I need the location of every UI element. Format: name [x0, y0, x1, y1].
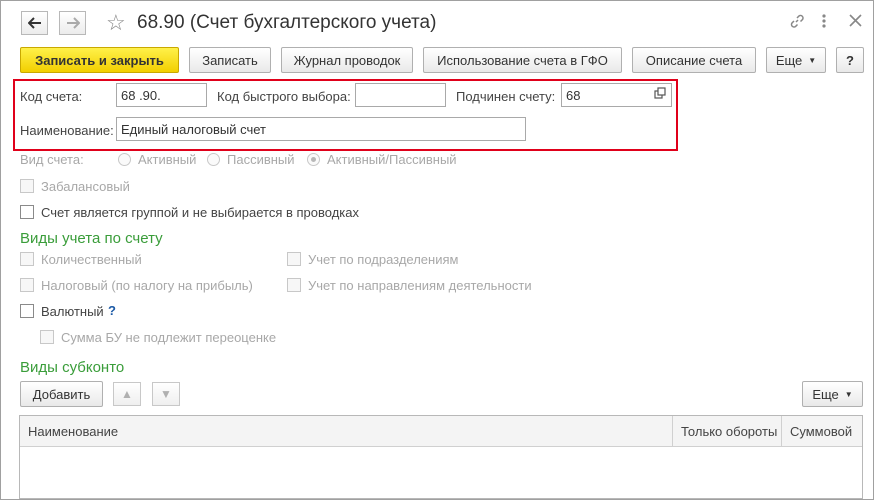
tax-label: Налоговый (по налогу на прибыль) — [41, 278, 253, 293]
quantitative-label: Количественный — [41, 252, 142, 267]
tax-checkbox[interactable] — [20, 278, 34, 292]
move-up-button[interactable]: ▲ — [113, 382, 141, 406]
radio-passive[interactable] — [207, 153, 220, 166]
currency-label: Валютный — [41, 304, 104, 319]
add-button[interactable]: Добавить — [20, 381, 103, 407]
help-button[interactable]: ? — [836, 47, 864, 73]
parent-label: Подчинен счету: — [456, 89, 556, 104]
subconto-title: Виды субконто — [20, 359, 125, 376]
move-down-button[interactable]: ▼ — [152, 382, 180, 406]
description-button[interactable]: Описание счета — [632, 47, 756, 73]
window-frame: ☆ 68.90 (Счет бухгалтерского учета) Запи… — [0, 0, 874, 500]
more-button[interactable]: Еще ▼ — [766, 47, 826, 73]
column-header-turnover-only[interactable]: Только обороты — [672, 416, 781, 447]
radio-passive-label: Пассивный — [227, 152, 295, 167]
arrow-down-icon: ▼ — [160, 387, 172, 401]
code-label: Код счета: — [20, 89, 83, 104]
offbalance-label: Забалансовый — [41, 179, 130, 194]
column-header-sum[interactable]: Суммовой — [781, 416, 862, 447]
name-label: Наименование: — [20, 123, 114, 138]
radio-active-passive[interactable] — [307, 153, 320, 166]
radio-active-label: Активный — [138, 152, 197, 167]
link-icon[interactable] — [789, 13, 805, 34]
subconto-more-label: Еще — [812, 386, 839, 402]
accounting-types-title: Виды учета по счету — [20, 230, 163, 247]
window-title: 68.90 (Счет бухгалтерского учета) — [137, 12, 437, 33]
favorite-star-icon[interactable]: ☆ — [106, 10, 126, 36]
offbalance-checkbox[interactable] — [20, 179, 34, 193]
arrow-right-icon — [66, 17, 80, 29]
radio-active[interactable] — [118, 153, 131, 166]
name-field[interactable]: Единый налоговый счет — [116, 117, 526, 141]
save-button[interactable]: Записать — [189, 47, 271, 73]
open-icon[interactable] — [654, 87, 667, 103]
quick-code-label: Код быстрого выбора: — [217, 89, 351, 104]
by-activities-checkbox[interactable] — [287, 278, 301, 292]
close-icon[interactable] — [849, 14, 862, 32]
subconto-more-button[interactable]: Еще ▼ — [802, 381, 863, 407]
subconto-table: Наименование Только обороты Суммовой — [19, 415, 863, 499]
arrow-left-icon — [27, 17, 41, 29]
by-activities-label: Учет по направлениям деятельности — [308, 278, 532, 293]
no-revaluation-checkbox[interactable] — [40, 330, 54, 344]
more-menu-icon[interactable] — [821, 13, 827, 34]
code-field[interactable]: 68 .90. — [116, 83, 207, 107]
currency-checkbox[interactable] — [20, 304, 34, 318]
currency-help-link[interactable]: ? — [108, 303, 116, 318]
journal-button[interactable]: Журнал проводок — [281, 47, 413, 73]
quantitative-checkbox[interactable] — [20, 252, 34, 266]
by-departments-label: Учет по подразделениям — [308, 252, 459, 267]
parent-value: 68 — [566, 88, 581, 103]
chevron-down-icon: ▼ — [808, 55, 817, 65]
quick-code-field[interactable] — [355, 83, 446, 107]
chevron-down-icon: ▼ — [844, 389, 853, 399]
radio-active-passive-label: Активный/Пассивный — [327, 152, 457, 167]
type-label: Вид счета: — [20, 152, 84, 167]
no-revaluation-label: Сумма БУ не подлежит переоценке — [61, 330, 277, 345]
save-and-close-button[interactable]: Записать и закрыть — [20, 47, 179, 73]
is-group-checkbox[interactable] — [20, 205, 34, 219]
is-group-label: Счет является группой и не выбирается в … — [41, 205, 359, 220]
usage-button[interactable]: Использование счета в ГФО — [423, 47, 622, 73]
forward-button[interactable] — [59, 11, 86, 35]
arrow-up-icon: ▲ — [121, 387, 133, 401]
column-header-name[interactable]: Наименование — [20, 416, 672, 447]
back-button[interactable] — [21, 11, 48, 35]
more-label: Еще — [775, 52, 803, 68]
by-departments-checkbox[interactable] — [287, 252, 301, 266]
